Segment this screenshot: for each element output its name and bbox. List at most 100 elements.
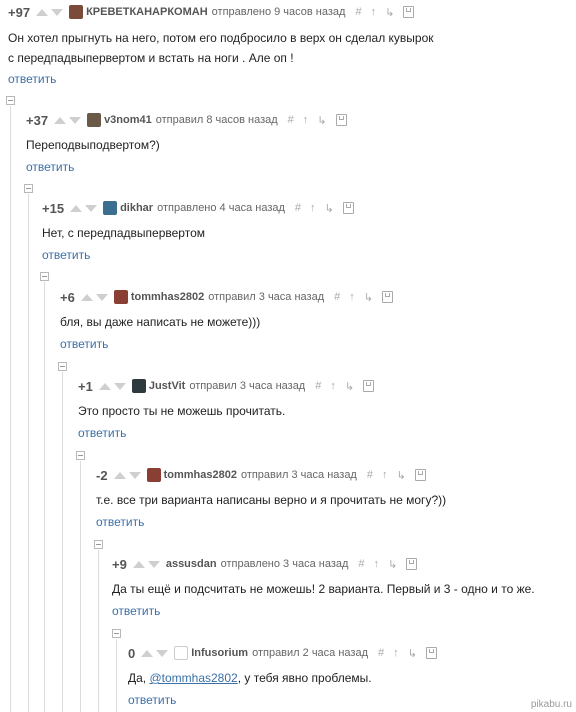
save-icon[interactable] — [363, 380, 375, 392]
author-name[interactable]: dikhar — [120, 202, 153, 214]
collapse-toggle-icon[interactable] — [94, 540, 103, 549]
branch-icon[interactable]: ↳ — [396, 469, 405, 482]
thread-line — [62, 372, 63, 712]
comment-text-line: Да ты ещё и подсчитать не можешь! 2 вари… — [112, 582, 535, 596]
author-name[interactable]: tommhas2802 — [131, 291, 204, 303]
reply-link[interactable]: ответить — [112, 604, 160, 618]
save-icon[interactable] — [342, 202, 354, 214]
reply-link[interactable]: ответить — [128, 693, 176, 707]
vote-down-icon[interactable] — [85, 204, 98, 212]
avatar[interactable] — [113, 290, 128, 304]
hash-icon[interactable]: # — [378, 647, 384, 659]
hash-icon[interactable]: # — [288, 114, 294, 126]
user-mention-link[interactable]: @tommhas2802 — [149, 671, 237, 685]
author-name[interactable]: assusdan — [166, 558, 217, 570]
parent-arrow-icon[interactable]: ↑ — [393, 647, 399, 659]
comment-text: Переподвыподвертом?) — [26, 135, 160, 155]
avatar[interactable] — [131, 379, 146, 393]
comment-rating: +37 — [26, 112, 49, 128]
parent-arrow-icon[interactable]: ↑ — [374, 558, 380, 570]
vote-up-icon[interactable] — [141, 649, 154, 657]
comment-header: +6 tommhas2802 отправил 3 часа назад # ↑… — [60, 288, 402, 306]
avatar[interactable] — [87, 113, 102, 127]
thread-line — [28, 194, 29, 712]
hash-icon[interactable]: # — [358, 558, 364, 570]
vote-up-icon[interactable] — [80, 293, 93, 301]
branch-icon[interactable]: ↳ — [317, 114, 326, 127]
branch-icon[interactable]: ↳ — [364, 291, 373, 304]
branch-icon[interactable]: ↳ — [345, 380, 354, 393]
save-icon[interactable] — [335, 114, 347, 126]
vote-down-icon[interactable] — [51, 8, 64, 16]
comment-text: Нет, с передпадвыпервертом — [42, 223, 205, 243]
vote-up-icon[interactable] — [98, 382, 111, 390]
reply-link[interactable]: ответить — [96, 515, 144, 529]
vote-up-icon[interactable] — [113, 471, 126, 479]
parent-arrow-icon[interactable]: ↑ — [330, 380, 336, 392]
comment-text-line: с передпадвыпервертом и встать на ноги .… — [8, 51, 294, 65]
comment-thread: +97 КРЕВЕТКАНАРКОМАН отправлено 9 часов … — [0, 0, 576, 712]
save-icon[interactable] — [406, 558, 418, 570]
save-icon[interactable] — [403, 6, 415, 18]
vote-down-icon[interactable] — [128, 471, 141, 479]
reply-link[interactable]: ответить — [60, 337, 108, 351]
collapse-toggle-icon[interactable] — [112, 629, 121, 638]
avatar[interactable] — [174, 646, 189, 660]
comment-meta: отправил 2 часа назад — [252, 647, 368, 659]
vote-down-icon[interactable] — [113, 382, 126, 390]
author-name[interactable]: tommhas2802 — [164, 469, 237, 481]
thread-line — [10, 106, 11, 712]
reply-link[interactable]: ответить — [8, 72, 56, 86]
avatar[interactable] — [146, 468, 161, 482]
vote-down-icon[interactable] — [95, 293, 108, 301]
branch-icon[interactable]: ↳ — [408, 647, 417, 660]
save-icon[interactable] — [414, 469, 426, 481]
author-name[interactable]: КРЕВЕТКАНАРКОМАН — [86, 6, 208, 18]
hash-icon[interactable]: # — [295, 202, 301, 214]
parent-arrow-icon[interactable]: ↑ — [371, 6, 377, 18]
watermark: pikabu.ru — [530, 699, 572, 710]
save-icon[interactable] — [381, 291, 393, 303]
parent-arrow-icon[interactable]: ↑ — [303, 114, 309, 126]
save-icon[interactable] — [425, 647, 437, 659]
vote-up-icon[interactable] — [36, 8, 49, 16]
collapse-toggle-icon[interactable] — [40, 272, 49, 281]
vote-up-icon[interactable] — [70, 204, 83, 212]
comment-text: Это просто ты не можешь прочитать. — [78, 401, 285, 421]
hash-icon[interactable]: # — [334, 291, 340, 303]
reply-link[interactable]: ответить — [42, 248, 90, 262]
author-name[interactable]: v3nom41 — [104, 114, 152, 126]
vote-down-icon[interactable] — [147, 560, 160, 568]
hash-icon[interactable]: # — [355, 6, 361, 18]
vote-down-icon[interactable] — [156, 649, 169, 657]
author-name[interactable]: Infusorium — [191, 647, 248, 659]
parent-arrow-icon[interactable]: ↑ — [382, 469, 388, 481]
thread-line — [80, 461, 81, 712]
comment-rating: +6 — [60, 289, 75, 305]
hash-icon[interactable]: # — [367, 469, 373, 481]
comment-meta: отправил 3 часа назад — [240, 469, 357, 481]
collapse-toggle-icon[interactable] — [76, 451, 85, 460]
collapse-toggle-icon[interactable] — [24, 184, 33, 193]
branch-icon[interactable]: ↳ — [325, 202, 334, 215]
hash-icon[interactable]: # — [315, 380, 321, 392]
vote-down-icon[interactable] — [69, 116, 82, 124]
parent-arrow-icon[interactable]: ↑ — [349, 291, 355, 303]
reply-link[interactable]: ответить — [78, 426, 126, 440]
comment-text-line: Нет, с передпадвыпервертом — [42, 226, 205, 240]
reply-link[interactable]: ответить — [26, 160, 74, 174]
branch-icon[interactable]: ↳ — [388, 558, 397, 571]
comment-text: Да, @tommhas2802, у тебя явно проблемы. — [128, 668, 372, 688]
comment-meta: отправил 3 часа назад — [208, 291, 325, 303]
collapse-toggle-icon[interactable] — [6, 96, 15, 105]
parent-arrow-icon[interactable]: ↑ — [310, 202, 316, 214]
vote-up-icon[interactable] — [54, 116, 67, 124]
vote-up-icon[interactable] — [132, 560, 145, 568]
comment-text-line: т.е. все три варианта написаны верно и я… — [96, 493, 447, 507]
collapse-toggle-icon[interactable] — [58, 362, 67, 371]
avatar[interactable] — [69, 5, 84, 19]
avatar[interactable] — [103, 201, 118, 215]
author-name[interactable]: JustVit — [149, 380, 185, 392]
branch-icon[interactable]: ↳ — [385, 6, 394, 19]
comment-header: +1 JustVit отправил 3 часа назад # ↑ ↳ — [78, 377, 383, 395]
